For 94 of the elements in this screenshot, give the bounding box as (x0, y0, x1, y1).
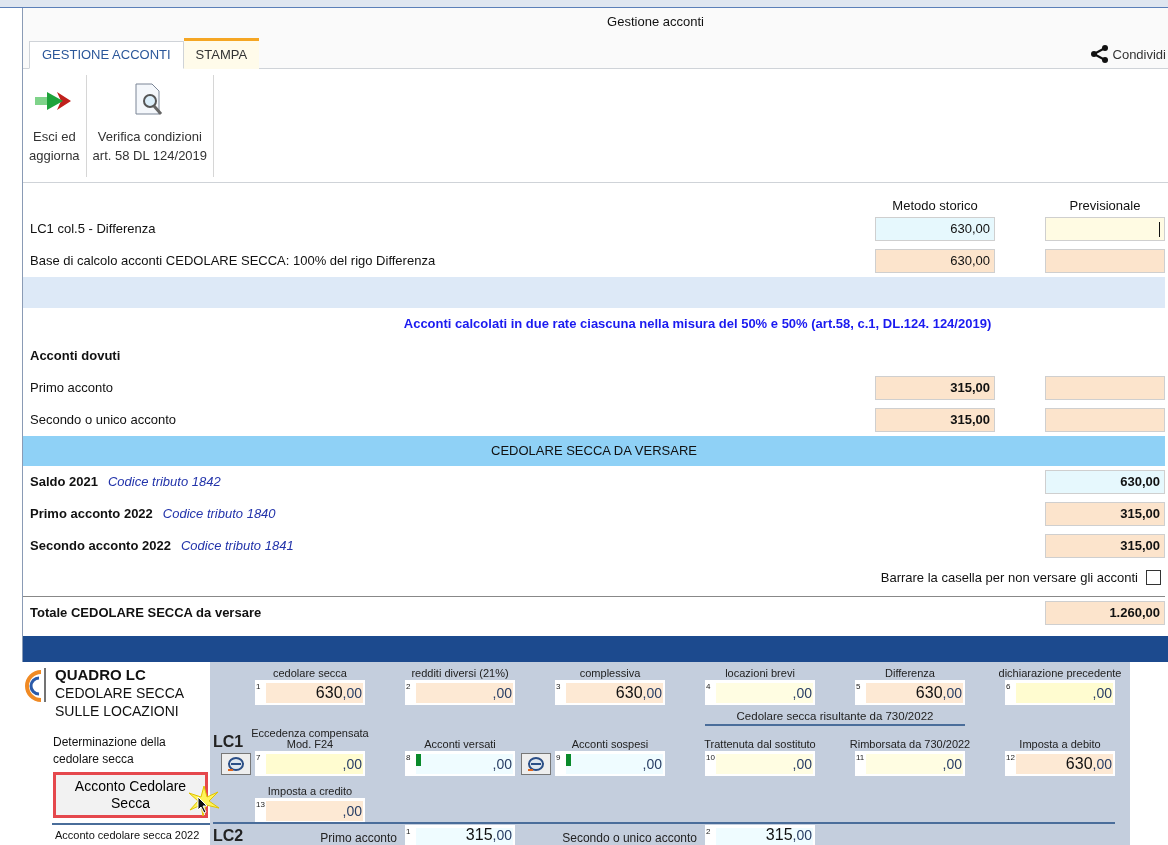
field-label: cedolare secca (273, 668, 347, 680)
field-number: 2 (705, 828, 716, 845)
field-number: 10 (705, 754, 716, 774)
amount-field[interactable] (1045, 375, 1165, 400)
info-note: Acconti calcolati in due rate ciascuna nella misura del 50% e 50% (art.58, c.1, DL.124. 124/2019) (402, 316, 992, 332)
field-label: Differenza (885, 668, 935, 680)
group-header: Cedolare secca risultante da 730/2022 (705, 710, 965, 726)
amount-field[interactable]: 315,00 (1045, 501, 1165, 526)
group-heading: Acconti dovuti (30, 348, 122, 364)
payment-label: Saldo 2021 (30, 474, 98, 490)
field-label: redditi diversi (21%) (411, 668, 509, 680)
calculator-icon (525, 755, 547, 772)
row-label: LC1 col.5 - Differenza (30, 221, 157, 237)
row-code: LC1 (213, 733, 245, 751)
section-header: CEDOLARE SECCA DA VERSARE (23, 435, 1165, 466)
field-number: 1 (405, 828, 416, 845)
column-header: Previsionale (1068, 197, 1142, 213)
share-icon (1089, 45, 1110, 64)
calculator-button[interactable] (221, 752, 251, 775)
checkbox[interactable] (1146, 570, 1161, 586)
form-field[interactable]: 2 315,00 (705, 825, 815, 845)
form-field[interactable]: 9 ,00 (555, 751, 665, 776)
form-field[interactable]: 6 ,00 (1005, 680, 1115, 705)
field-number: 1 (255, 683, 266, 703)
field-number: 12 (1005, 754, 1016, 774)
amount-field[interactable]: 630,00 (875, 248, 995, 273)
amount-field[interactable]: 315,00 (875, 375, 995, 400)
acconto-button[interactable]: Acconto Cedolare Secca (53, 772, 208, 818)
field-number: 9 (555, 754, 566, 774)
form-field[interactable]: 5 630,00 (855, 680, 965, 705)
form-subtitle: CEDOLARE SECCA (55, 684, 185, 702)
form-field[interactable]: 1 630,00 (255, 680, 365, 705)
form-field[interactable]: 1 315,00 (405, 825, 515, 845)
exit-update-button[interactable]: Esci ed aggiorna (23, 74, 87, 177)
tab[interactable]: STAMPA (183, 37, 260, 69)
amount-field[interactable]: 1.260,00 (1045, 600, 1165, 625)
verify-button[interactable]: Verifica condizioni art. 58 DL 124/2019 (86, 74, 215, 177)
total-label: Totale CEDOLARE SECCA da versare (30, 605, 263, 621)
field-label: Trattenuta dal sostituto (703, 739, 817, 751)
form-field[interactable]: 3 630,00 (555, 680, 665, 705)
amount-field[interactable] (1045, 216, 1165, 241)
field-number: 5 (855, 683, 866, 703)
row-label: Base di calcolo acconti CEDOLARE SECCA: 100% del rigo Differenza (30, 253, 437, 269)
form-field[interactable]: 7 ,00 (255, 751, 365, 776)
form-field[interactable]: 13 ,00 (255, 798, 365, 823)
amount-field[interactable]: 315,00 (1045, 533, 1165, 558)
form-field[interactable]: 11 ,00 (855, 751, 965, 776)
row-label: Primo acconto (30, 380, 115, 396)
amount-field[interactable]: 630,00 (1045, 469, 1165, 494)
field-label: Imposta a debito (1018, 739, 1102, 751)
field-label: Acconti sospesi (570, 739, 650, 751)
form-title: QUADRO LC (55, 666, 147, 684)
tax-code: Codice tributo 1842 (107, 474, 221, 490)
column-header: Metodo storico (891, 197, 979, 213)
field-number: 6 (1005, 683, 1016, 703)
field-label: Eccedenza compensata Mod. F24 (250, 728, 370, 751)
form-field[interactable]: 4 ,00 (705, 680, 815, 705)
form-subtitle: SULLE LOCAZIONI (55, 702, 180, 720)
field-number: 13 (255, 801, 266, 821)
field-label: locazioni brevi (725, 668, 795, 680)
tax-code: Codice tributo 1841 (180, 538, 294, 554)
share-button[interactable]: Condividi (1087, 45, 1168, 64)
window-title: Gestione acconti (607, 13, 704, 29)
field-label: Acconti versati (423, 739, 497, 751)
field-label: Rimborsata da 730/2022 (848, 739, 972, 751)
field-number: 4 (705, 683, 716, 703)
row-code: LC2 (213, 827, 245, 845)
form-field[interactable]: 8 ,00 (405, 751, 515, 776)
tax-code: Codice tributo 1840 (162, 506, 276, 522)
field-label: Secondo o unico acconto (562, 831, 697, 845)
amount-field[interactable]: 630,00 (875, 216, 995, 241)
field-number: 2 (405, 683, 416, 703)
field-label: dichiarazione precedente (998, 668, 1122, 680)
checkbox-label: Barrare la casella per non versare gli acconti (880, 570, 1138, 586)
row-label: Secondo o unico acconto (30, 412, 177, 428)
field-number: 7 (255, 754, 266, 774)
tab[interactable]: GESTIONE ACCONTI (29, 40, 184, 69)
calculator-icon (225, 755, 247, 772)
field-label: complessiva (579, 668, 641, 680)
amount-field[interactable] (1045, 407, 1165, 432)
field-number: 11 (855, 754, 866, 774)
payment-label: Secondo acconto 2022 (30, 538, 171, 554)
form-field[interactable]: 2 ,00 (405, 680, 515, 705)
form-field[interactable]: 12 630,00 (1005, 751, 1115, 776)
amount-field[interactable] (1045, 248, 1165, 273)
field-label: Primo acconto (320, 831, 397, 845)
amount-field[interactable]: 315,00 (875, 407, 995, 432)
section-label: Determinazione della cedolare secca (52, 734, 167, 768)
field-number: 8 (405, 754, 416, 774)
form-field[interactable]: 10 ,00 (705, 751, 815, 776)
field-number: 3 (555, 683, 566, 703)
calculator-button[interactable] (521, 752, 551, 775)
payment-label: Primo acconto 2022 (30, 506, 153, 522)
field-label: Imposta a credito (267, 786, 353, 798)
